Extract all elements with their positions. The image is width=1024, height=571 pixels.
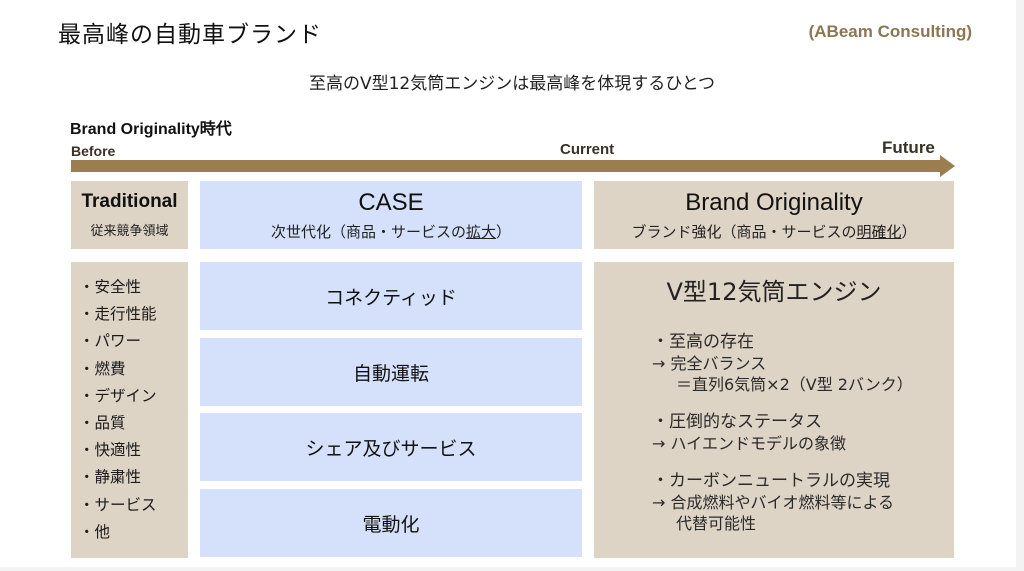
brand-heading: V型12気筒エンジン: [666, 278, 882, 306]
brand-point: ・カーボンニュートラルの実現 → 合成燃料やバイオ燃料等による 代替可能性: [652, 471, 913, 534]
page-title: 最高峰の自動車ブランド: [58, 22, 322, 48]
brand-point-line: → ハイエンドモデルの象徴: [652, 434, 847, 453]
brand-point-head: ・圧倒的なステータス: [652, 412, 822, 432]
brand-point: ・圧倒的なステータス → ハイエンドモデルの象徴: [652, 412, 913, 454]
brand-point-line: → 合成燃料やバイオ燃料等による: [652, 493, 895, 512]
list-item: ・燃費: [79, 359, 126, 378]
case-item-autonomous: 自動運転: [200, 338, 582, 406]
case-item-shared: シェア及びサービス: [200, 413, 582, 481]
brand-subtitle: ブランド強化（商品・サービスの明確化）: [631, 221, 916, 242]
slide: 最高峰の自動車ブランド (ABeam Consulting) 至高のV型12気筒…: [0, 0, 1016, 567]
brand-point: ・至高の存在 → 完全バランス ＝直列6気筒×2（V型 2バンク）: [652, 332, 913, 395]
case-subtitle: 次世代化（商品・サービスの拡大）: [271, 221, 511, 242]
timeline-arrow-head-icon: [940, 155, 955, 177]
case-title: CASE: [358, 188, 424, 216]
list-item: ・パワー: [79, 332, 142, 351]
traditional-title: Traditional: [81, 191, 178, 212]
brand-point-head: ・カーボンニュートラルの実現: [652, 471, 890, 491]
brand-title: Brand Originality: [685, 188, 863, 216]
list-item: ・品質: [79, 414, 126, 433]
brand-point-head: ・至高の存在: [652, 332, 754, 352]
case-subtitle-close: ）: [496, 222, 512, 241]
traditional-subtitle: 従来競争領域: [90, 224, 169, 239]
brand-point-line: ＝直列6気筒×2（V型 2バンク）: [676, 375, 913, 394]
list-item: ・サービス: [79, 495, 157, 514]
timeline-arrow-shaft: [71, 160, 941, 172]
traditional-list: ・安全性 ・走行性能 ・パワー ・燃費 ・デザイン ・品質 ・快適性 ・静粛性 …: [71, 262, 188, 558]
list-item: ・他: [79, 522, 111, 541]
list-item: ・デザイン: [79, 386, 157, 405]
era-label: Brand Originality時代: [70, 121, 232, 138]
list-item: ・快適性: [79, 441, 142, 460]
brand-subtitle-close: ）: [901, 222, 917, 241]
case-subtitle-emphasis: 拡大: [465, 222, 496, 241]
traditional-header: Traditional 従来競争領域: [71, 181, 188, 249]
brand-subtitle-text: ブランド強化（商品・サービスの: [631, 222, 857, 241]
page-subtitle: 至高のV型12気筒エンジンは最高峰を体現するひとつ: [308, 74, 716, 94]
brand-point-line: → 完全バランス: [652, 354, 767, 373]
timeline-current-label: Current: [560, 141, 615, 158]
timeline-before-label: Before: [71, 143, 116, 159]
timeline-future-label: Future: [882, 138, 935, 157]
case-item-electric: 電動化: [200, 489, 582, 557]
brand-header: Brand Originality ブランド強化（商品・サービスの明確化）: [594, 181, 954, 249]
list-item: ・走行性能: [79, 305, 157, 324]
list-item: ・静粛性: [79, 468, 142, 487]
brand-subtitle-emphasis: 明確化: [856, 222, 902, 241]
source-credit: (ABeam Consulting): [808, 22, 972, 41]
case-header: CASE 次世代化（商品・サービスの拡大）: [200, 181, 582, 249]
brand-points: ・至高の存在 → 完全バランス ＝直列6気筒×2（V型 2バンク） ・圧倒的なス…: [652, 332, 913, 551]
case-subtitle-text: 次世代化（商品・サービスの: [270, 222, 466, 241]
brand-body: V型12気筒エンジン ・至高の存在 → 完全バランス ＝直列6気筒×2（V型 2…: [594, 262, 954, 558]
brand-point-line: 代替可能性: [676, 514, 757, 533]
list-item: ・安全性: [79, 278, 142, 296]
case-item-connected: コネクティッド: [200, 262, 582, 330]
